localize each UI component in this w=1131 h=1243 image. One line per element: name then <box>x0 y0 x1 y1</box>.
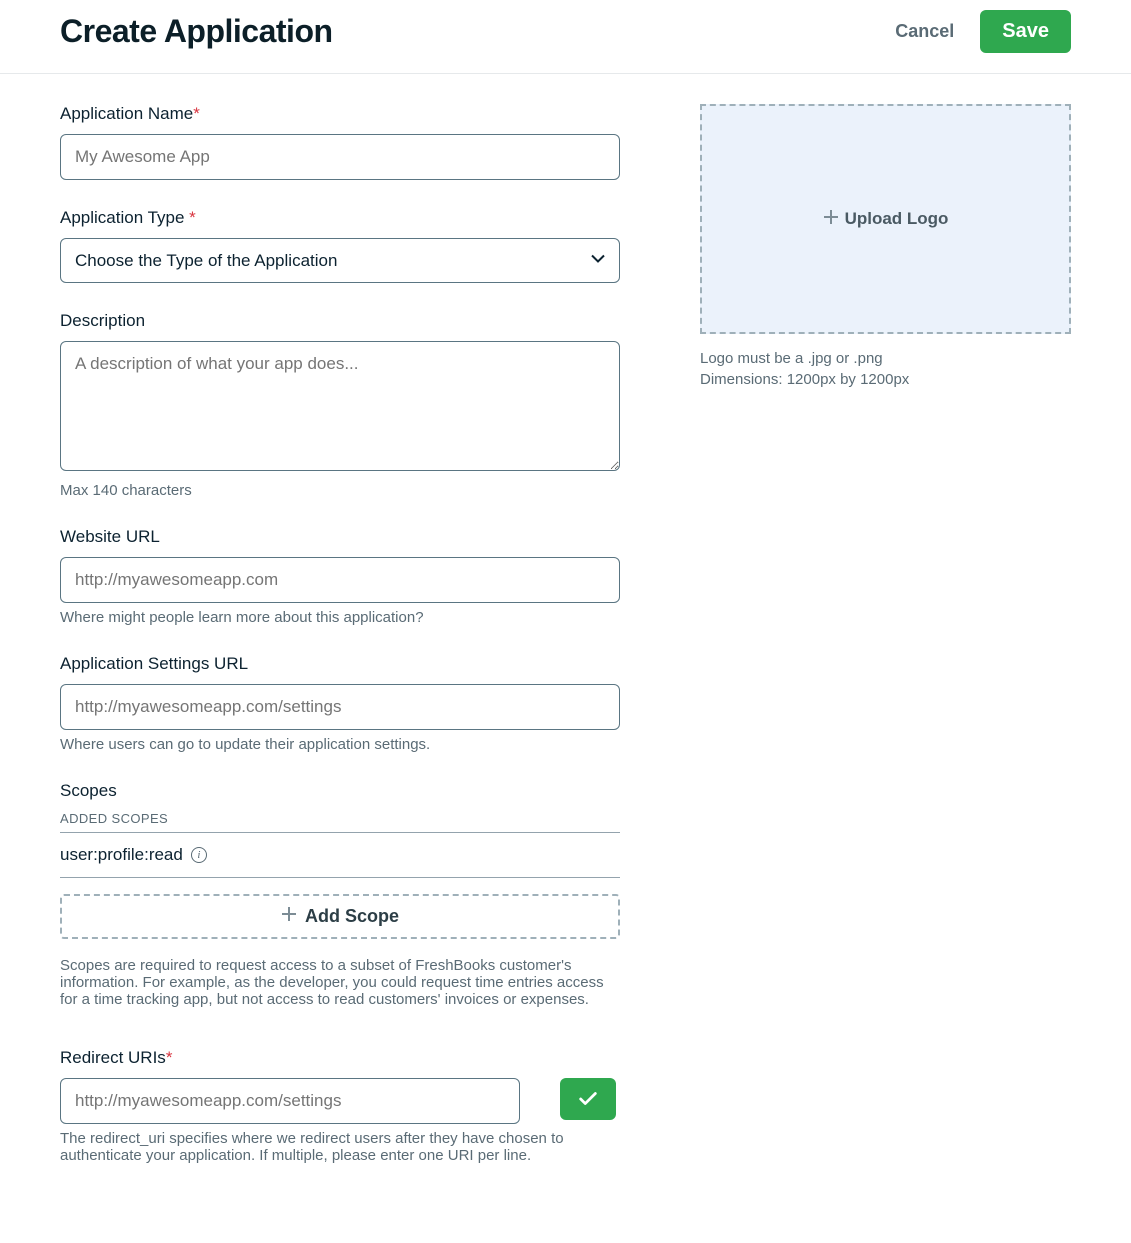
upload-hint: Logo must be a .jpg or .png Dimensions: … <box>700 348 1071 390</box>
scope-row: user:profile:read i <box>60 832 620 878</box>
settings-url-hint: Where users can go to update their appli… <box>60 736 620 753</box>
redirect-label: Redirect URIs* <box>60 1048 620 1068</box>
app-type-label: Application Type * <box>60 208 620 228</box>
redirect-hint: The redirect_uri specifies where we redi… <box>60 1130 620 1164</box>
scopes-label: Scopes <box>60 781 620 801</box>
scope-name: user:profile:read <box>60 845 183 865</box>
modal-header: Create Application Cancel Save <box>0 0 1131 74</box>
confirm-uri-button[interactable] <box>560 1078 616 1120</box>
website-hint: Where might people learn more about this… <box>60 609 620 626</box>
description-hint: Max 140 characters <box>60 482 620 499</box>
app-type-select[interactable]: Choose the Type of the Application <box>60 238 620 283</box>
redirect-uri-input[interactable] <box>60 1078 520 1124</box>
app-name-input[interactable] <box>60 134 620 180</box>
cancel-button[interactable]: Cancel <box>889 20 960 43</box>
upload-logo-dropzone[interactable]: Upload Logo <box>700 104 1071 334</box>
plus-icon <box>823 209 839 230</box>
info-icon[interactable]: i <box>191 847 207 863</box>
save-button[interactable]: Save <box>980 10 1071 53</box>
upload-logo-label: Upload Logo <box>845 209 949 229</box>
plus-icon <box>281 906 297 927</box>
add-scope-label: Add Scope <box>305 906 399 927</box>
page-title: Create Application <box>60 13 333 50</box>
website-input[interactable] <box>60 557 620 603</box>
app-name-label: Application Name* <box>60 104 620 124</box>
create-application-modal: Create Application Cancel Save Applicati… <box>0 0 1131 1232</box>
check-icon <box>577 1088 599 1110</box>
description-textarea[interactable] <box>60 341 620 471</box>
added-scopes-header: ADDED SCOPES <box>60 811 620 826</box>
settings-url-input[interactable] <box>60 684 620 730</box>
description-label: Description <box>60 311 620 331</box>
scopes-hint: Scopes are required to request access to… <box>60 957 620 1008</box>
website-label: Website URL <box>60 527 620 547</box>
settings-url-label: Application Settings URL <box>60 654 620 674</box>
add-scope-button[interactable]: Add Scope <box>60 894 620 939</box>
